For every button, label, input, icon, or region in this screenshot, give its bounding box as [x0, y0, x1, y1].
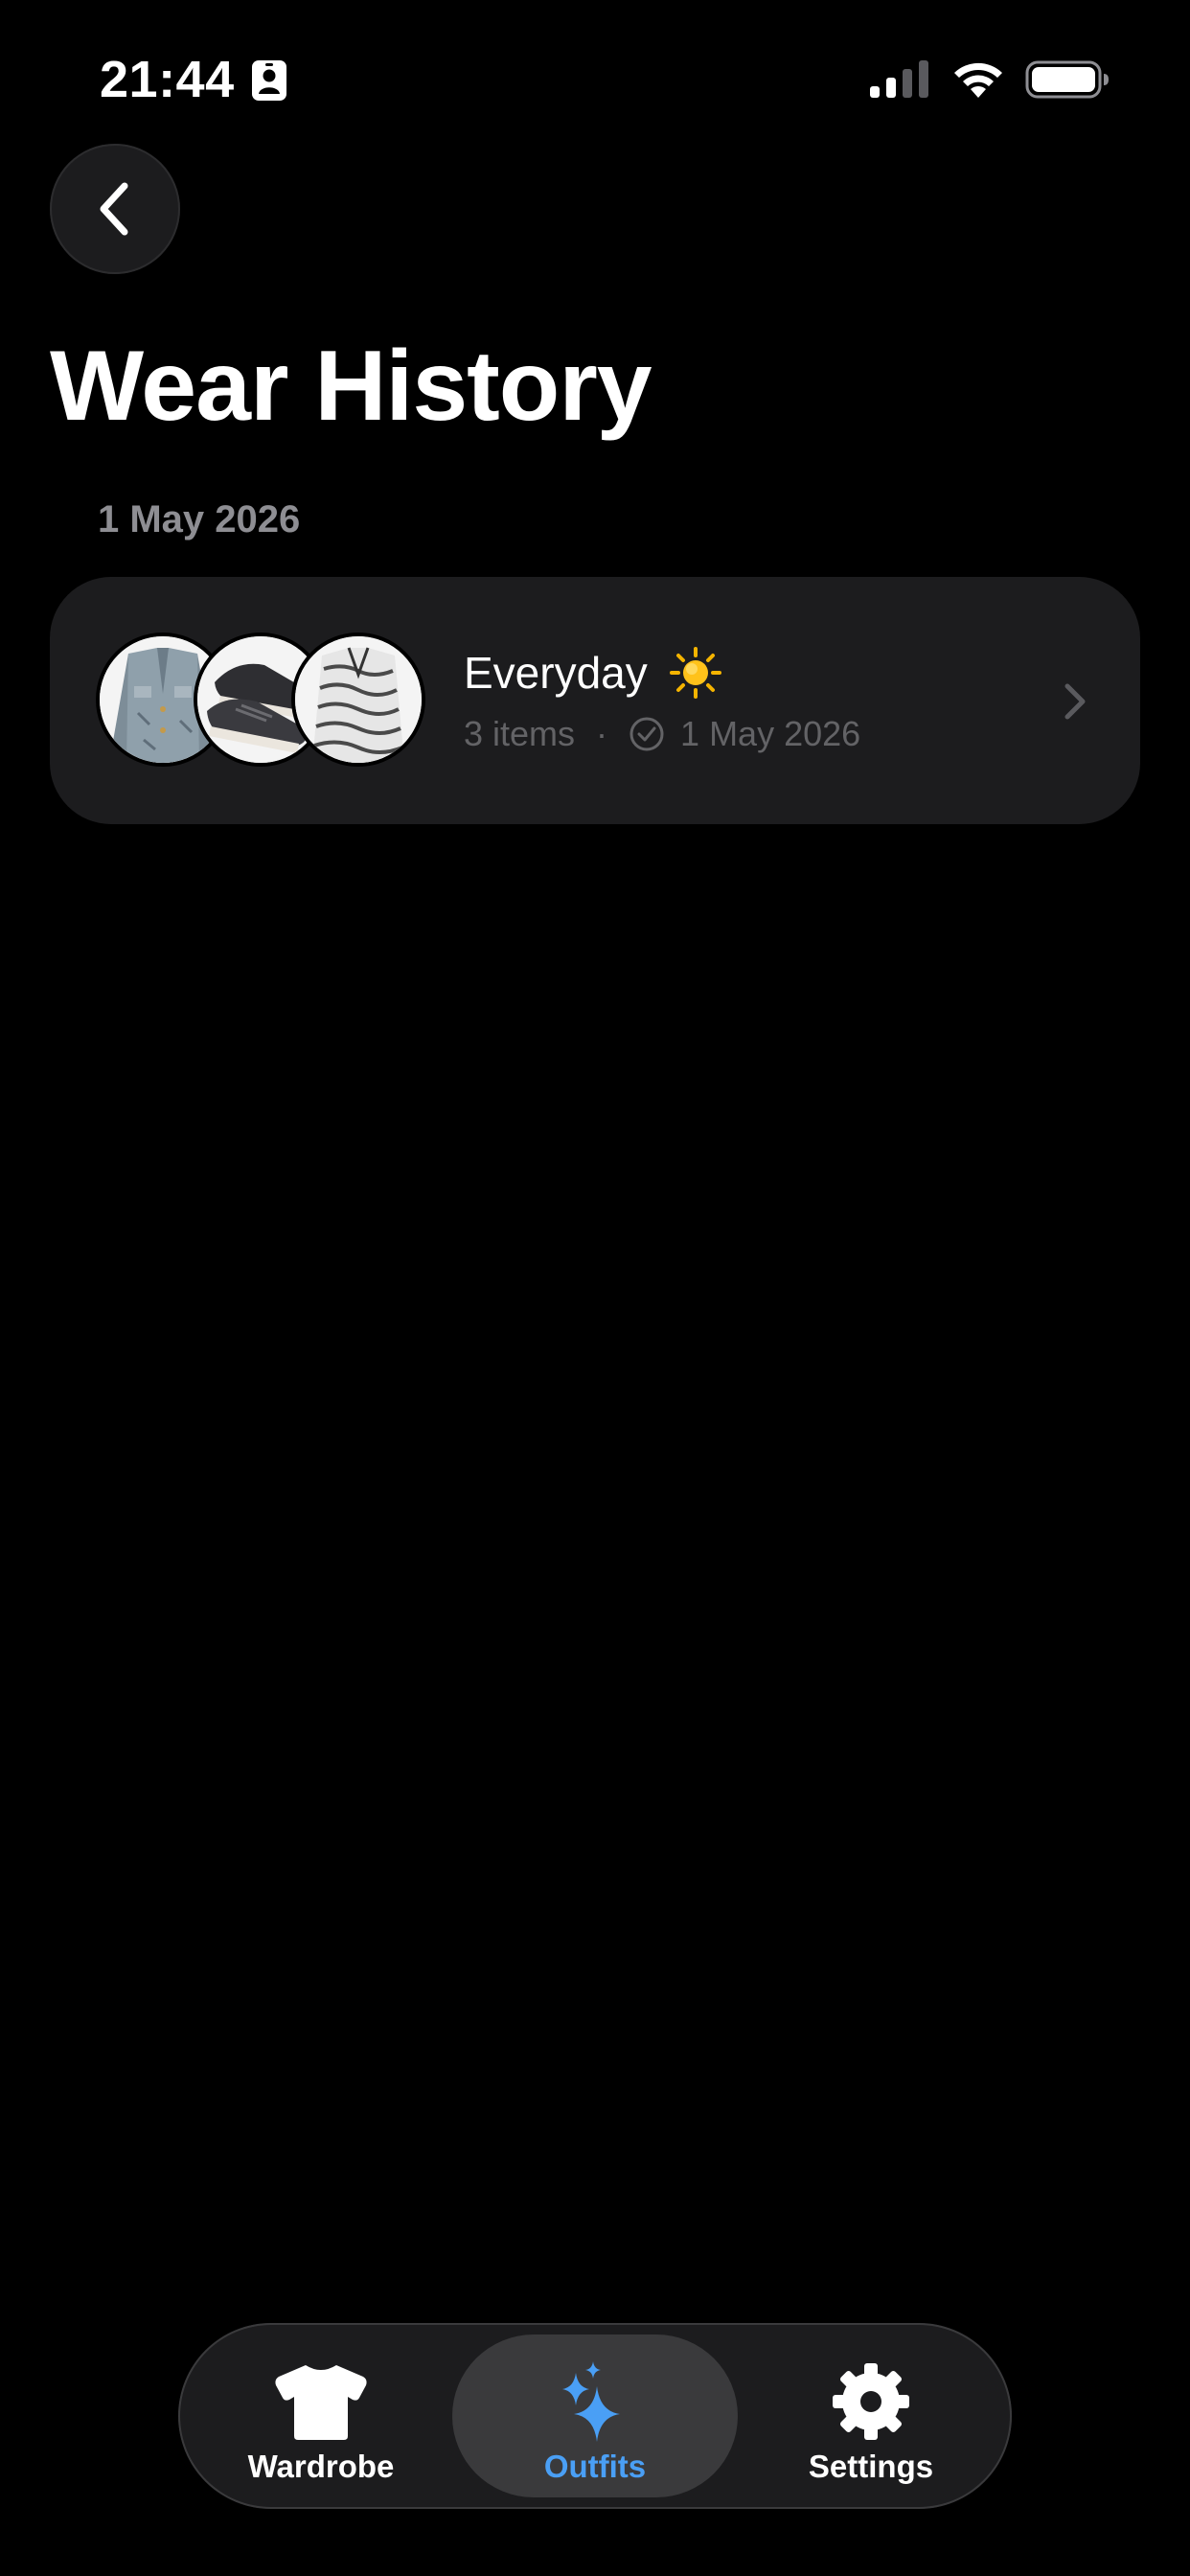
status-time: 21:44	[100, 51, 235, 108]
section-date-header: 1 May 2026	[98, 498, 301, 540]
chevron-right-icon	[1064, 683, 1086, 720]
cellular-signal-icon	[870, 60, 928, 98]
outfit-name: Everyday	[464, 648, 648, 698]
tab-wardrobe[interactable]: Wardrobe	[192, 2334, 450, 2497]
tab-label: Settings	[808, 2449, 934, 2484]
sun-icon	[670, 647, 721, 699]
meta-separator: ·	[596, 714, 608, 753]
tab-label: Outfits	[543, 2449, 647, 2484]
gear-icon	[833, 2363, 909, 2440]
item-count: 3 items	[464, 714, 576, 753]
page-title: Wear History	[50, 331, 652, 442]
tab-outfits[interactable]: Outfits	[452, 2334, 738, 2497]
worn-date: 1 May 2026	[680, 714, 861, 753]
outfit-card[interactable]: Everyday 3 items · 1 May 2026	[50, 577, 1140, 824]
back-button[interactable]	[50, 144, 180, 274]
patterned-shirt-thumbnail	[291, 632, 425, 767]
tshirt-icon	[275, 2365, 367, 2440]
id-card-icon	[252, 60, 286, 101]
sparkles-icon	[562, 2361, 620, 2442]
tab-bar: Wardrobe Outfits Settings	[178, 2323, 1012, 2509]
outfit-meta: 3 items · 1 May 2026	[464, 709, 860, 759]
wifi-icon	[954, 62, 1002, 98]
battery-icon	[1025, 60, 1109, 99]
tab-settings[interactable]: Settings	[742, 2334, 1000, 2497]
chevron-left-icon	[100, 182, 128, 236]
checkmark-circle-icon	[629, 717, 664, 751]
tab-label: Wardrobe	[247, 2449, 395, 2484]
